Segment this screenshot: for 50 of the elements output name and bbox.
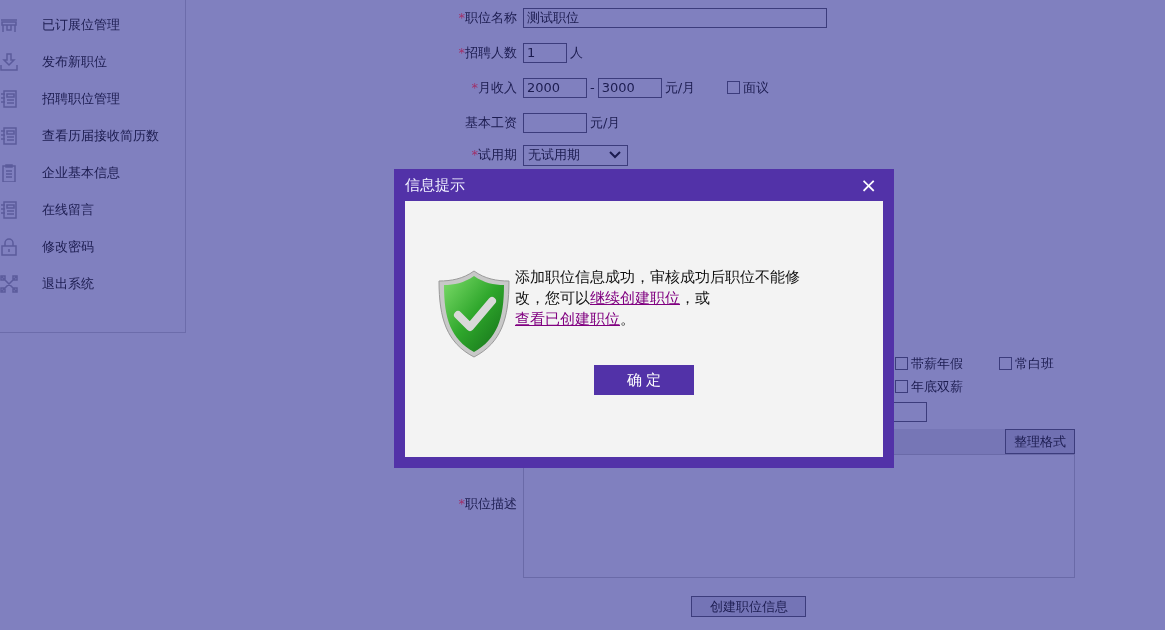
create-button[interactable]: 创建职位信息: [691, 596, 806, 617]
document-icon: [0, 201, 18, 219]
select-dropdown[interactable]: 无试用期: [523, 144, 628, 166]
field-label: *职位描述: [457, 494, 518, 513]
checkbox[interactable]: [727, 81, 741, 94]
document-icon: [0, 90, 18, 108]
document-icon: [0, 127, 18, 145]
clipboard-icon: [0, 164, 18, 182]
input-field[interactable]: 3000: [597, 77, 662, 98]
sidebar-item[interactable]: 企业基本信息: [0, 163, 185, 200]
field-label: *月收入: [470, 78, 518, 97]
input-field[interactable]: 测试职位: [523, 7, 827, 28]
field-label: 基本工资: [464, 113, 518, 132]
checkbox-label: 带薪年假: [911, 354, 963, 373]
checkbox[interactable]: [895, 380, 908, 393]
shield-check-icon: [437, 269, 511, 359]
input-field[interactable]: 2000: [523, 77, 587, 98]
booth-icon: [0, 16, 18, 34]
input-field[interactable]: [523, 112, 587, 133]
field-label: *试用期: [470, 146, 518, 164]
checkbox[interactable]: [895, 357, 908, 370]
sidebar-item[interactable]: 退出系统: [0, 274, 185, 311]
range-separator: -: [590, 80, 595, 95]
cross-icon: [0, 275, 18, 293]
dialog-message: 添加职位信息成功，审核成功后职位不能修改，您可以继续创建职位，或 查看已创建职位。: [515, 267, 801, 330]
sidebar-item[interactable]: 招聘职位管理: [0, 89, 185, 126]
confirm-button[interactable]: 确 定: [594, 365, 694, 395]
input-field[interactable]: 1: [523, 42, 567, 63]
sidebar-item[interactable]: 查看历届接收简历数: [0, 126, 185, 163]
close-button[interactable]: ×: [860, 175, 877, 195]
message-link[interactable]: 继续创建职位: [590, 289, 680, 307]
chevron-down-icon: [609, 151, 621, 159]
unit-label: 元/月: [590, 113, 621, 132]
sidebar-item[interactable]: 发布新职位: [0, 52, 185, 89]
format-button[interactable]: 整理格式: [1005, 429, 1075, 454]
sidebar-item[interactable]: 修改密码: [0, 237, 185, 274]
checkbox[interactable]: [999, 357, 1012, 370]
message-link[interactable]: 查看已创建职位: [515, 310, 620, 328]
checkbox-label: 年底双薪: [911, 377, 963, 396]
checkbox-label: 面议: [743, 78, 770, 97]
sidebar-item[interactable]: 已订展位管理: [0, 15, 185, 52]
download-icon: [0, 53, 18, 71]
unit-label: 人: [570, 43, 583, 62]
sidebar-item[interactable]: 在线留言: [0, 200, 185, 237]
field-label: *职位名称: [457, 8, 518, 27]
checkbox-label: 常白班: [1015, 354, 1054, 373]
dialog-title: 信息提示: [405, 175, 465, 195]
field-label: *招聘人数: [457, 43, 518, 62]
unit-label: 元/月: [664, 78, 696, 97]
lock-icon: [0, 238, 18, 256]
